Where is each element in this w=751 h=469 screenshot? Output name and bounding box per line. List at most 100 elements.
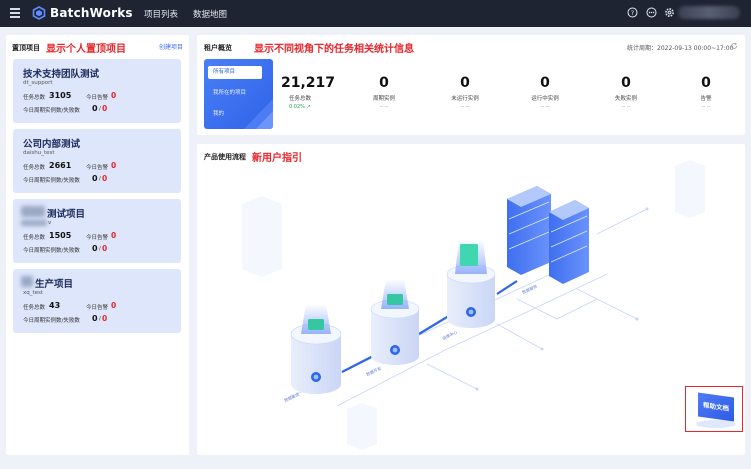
stat-running[interactable]: 0 运行中实例 -- -- bbox=[510, 75, 580, 110]
alarm-value: 0 bbox=[111, 161, 117, 170]
scope-switcher: 所有项目 我所在的项目 我的 bbox=[204, 59, 273, 129]
flow-title: 产品使用流程 bbox=[204, 153, 246, 161]
stat-value: 0 bbox=[540, 75, 550, 91]
create-project-link[interactable]: 创建项目 bbox=[159, 42, 183, 51]
pinned-annotation: 显示个人置顶项目 bbox=[46, 44, 126, 55]
task-total-value: 1505 bbox=[49, 231, 72, 240]
flow-illustration: 数据集成 数据开发 运维中心 数据服务 bbox=[242, 160, 705, 450]
top-bar: BatchWorks 项目列表 数据地图 ? bbox=[0, 0, 751, 27]
stat-value: 0 bbox=[460, 75, 470, 91]
svg-text:数据开发: 数据开发 bbox=[365, 365, 382, 377]
project-card[interactable]: 公司内部测试 daishu_test 任务总数 2661 今日告警 0 今日周期… bbox=[13, 129, 181, 193]
stat-value: 0 bbox=[701, 75, 711, 91]
redacted-name bbox=[21, 276, 33, 287]
project-name: 生产项目 bbox=[35, 279, 74, 290]
tenant-overview-panel: 租户概览 显示不同视角下的任务相关统计信息 统计周期：2022-09-13 00… bbox=[197, 35, 745, 135]
period-instances-label: 今日周期实例数/失败数 bbox=[23, 178, 80, 184]
period-instances-label: 今日周期实例数/失败数 bbox=[23, 108, 80, 114]
alarm-value: 0 bbox=[111, 91, 117, 100]
project-card[interactable]: 测试项目 v 任务总数 1505 今日告警 0 今日周期实例数/失败数 0 / … bbox=[13, 199, 181, 263]
product-flow-panel: 数据集成 数据开发 运维中心 数据服务 产品使用流程 新用户指引 帮助文档 bbox=[197, 144, 745, 455]
stat-alarm[interactable]: 0 告警 -- -- bbox=[671, 75, 741, 110]
stat-value: 21,217 bbox=[281, 75, 336, 91]
task-total-label: 任务总数 bbox=[23, 95, 46, 101]
stat-sub: -- -- bbox=[379, 104, 389, 110]
user-menu[interactable] bbox=[678, 6, 740, 19]
tab-mine[interactable]: 我的 bbox=[208, 108, 262, 121]
settings-icon[interactable] bbox=[664, 7, 675, 18]
refresh-icon[interactable] bbox=[730, 42, 738, 50]
stat-value: 0 bbox=[621, 75, 631, 91]
help-doc-highlight: 帮助文档 bbox=[685, 386, 743, 432]
menu-icon[interactable] bbox=[10, 8, 20, 18]
task-total-label: 任务总数 bbox=[23, 305, 46, 311]
stat-label: 告警 bbox=[700, 96, 712, 102]
stat-sub: -- -- bbox=[540, 104, 550, 110]
help-doc-button[interactable]: 帮助文档 bbox=[698, 392, 734, 422]
separator: / bbox=[99, 176, 101, 182]
alarm-label: 今日告警 bbox=[86, 95, 109, 101]
alarm-value: 0 bbox=[111, 231, 117, 240]
task-total-value: 2661 bbox=[49, 161, 72, 170]
pinned-projects-panel: 置顶项目 显示个人置顶项目 创建项目 技术支持团队测试 dt_support 任… bbox=[6, 35, 189, 455]
period-done-value: 0 bbox=[92, 244, 98, 253]
stat-label: 周期实例 bbox=[372, 96, 395, 102]
stat-task-total[interactable]: 21,217 任务总数 0.02% ↗ bbox=[269, 75, 339, 110]
period-instances-label: 今日周期实例数/失败数 bbox=[23, 318, 80, 324]
period-done-value: 0 bbox=[92, 314, 98, 323]
logo-icon bbox=[32, 6, 46, 20]
project-card[interactable]: 生产项目 xq_test 任务总数 43 今日告警 0 今日周期实例数/失败数 … bbox=[13, 269, 181, 333]
separator: / bbox=[99, 246, 101, 252]
svg-text:运维中心: 运维中心 bbox=[441, 329, 458, 341]
task-total-value: 43 bbox=[49, 301, 61, 310]
project-code: dt_support bbox=[23, 80, 53, 86]
stat-value: 0 bbox=[379, 75, 389, 91]
stat-failed[interactable]: 0 失败实例 -- -- bbox=[591, 75, 661, 110]
separator: / bbox=[99, 106, 101, 112]
stat-label: 未运行实例 bbox=[451, 96, 479, 102]
period-done-value: 0 bbox=[92, 174, 98, 183]
svg-text:?: ? bbox=[631, 9, 634, 17]
period-instances-label: 今日周期实例数/失败数 bbox=[23, 248, 80, 254]
separator: / bbox=[99, 316, 101, 322]
help-doc-stand bbox=[696, 420, 736, 428]
alarm-value: 0 bbox=[111, 301, 117, 310]
stat-trend: 0.02% ↗ bbox=[289, 104, 311, 110]
help-icon[interactable]: ? bbox=[627, 7, 638, 18]
period-failed-value: 0 bbox=[102, 244, 108, 253]
nav-data-map[interactable]: 数据地图 bbox=[193, 8, 227, 20]
overview-title: 租户概览 bbox=[204, 44, 232, 52]
svg-text:数据集成: 数据集成 bbox=[283, 391, 300, 403]
alarm-label: 今日告警 bbox=[86, 235, 109, 241]
redacted-code bbox=[21, 220, 47, 226]
message-icon[interactable] bbox=[646, 7, 657, 18]
project-name: 技术支持团队测试 bbox=[23, 69, 100, 80]
stat-label: 运行中实例 bbox=[531, 96, 559, 102]
stat-not-run[interactable]: 0 未运行实例 -- -- bbox=[430, 75, 500, 110]
task-total-value: 3105 bbox=[49, 91, 72, 100]
redacted-name bbox=[21, 206, 45, 217]
period-failed-value: 0 bbox=[102, 174, 108, 183]
stat-sub: -- -- bbox=[621, 104, 631, 110]
period-failed-value: 0 bbox=[102, 314, 108, 323]
nav-project-list[interactable]: 项目列表 bbox=[144, 8, 178, 20]
period-failed-value: 0 bbox=[102, 104, 108, 113]
stat-period: 统计周期：2022-09-13 00:00~17:00 bbox=[627, 45, 734, 52]
task-total-label: 任务总数 bbox=[23, 235, 46, 241]
stat-sub: -- -- bbox=[460, 104, 470, 110]
pinned-projects-title: 置顶项目 bbox=[12, 44, 40, 52]
project-name: 测试项目 bbox=[47, 209, 86, 220]
task-total-label: 任务总数 bbox=[23, 165, 46, 171]
stat-period-instances[interactable]: 0 周期实例 -- -- bbox=[349, 75, 419, 110]
flow-annotation: 新用户指引 bbox=[252, 153, 302, 164]
tab-all-projects[interactable]: 所有项目 bbox=[208, 66, 262, 79]
tab-my-projects[interactable]: 我所在的项目 bbox=[208, 87, 262, 100]
brand-name: BatchWorks bbox=[50, 6, 133, 20]
project-code: v bbox=[48, 220, 52, 226]
alarm-label: 今日告警 bbox=[86, 305, 109, 311]
stat-label: 任务总数 bbox=[289, 96, 312, 102]
project-code: daishu_test bbox=[23, 150, 55, 156]
project-name: 公司内部测试 bbox=[23, 139, 81, 150]
project-card[interactable]: 技术支持团队测试 dt_support 任务总数 3105 今日告警 0 今日周… bbox=[13, 59, 181, 123]
alarm-label: 今日告警 bbox=[86, 165, 109, 171]
